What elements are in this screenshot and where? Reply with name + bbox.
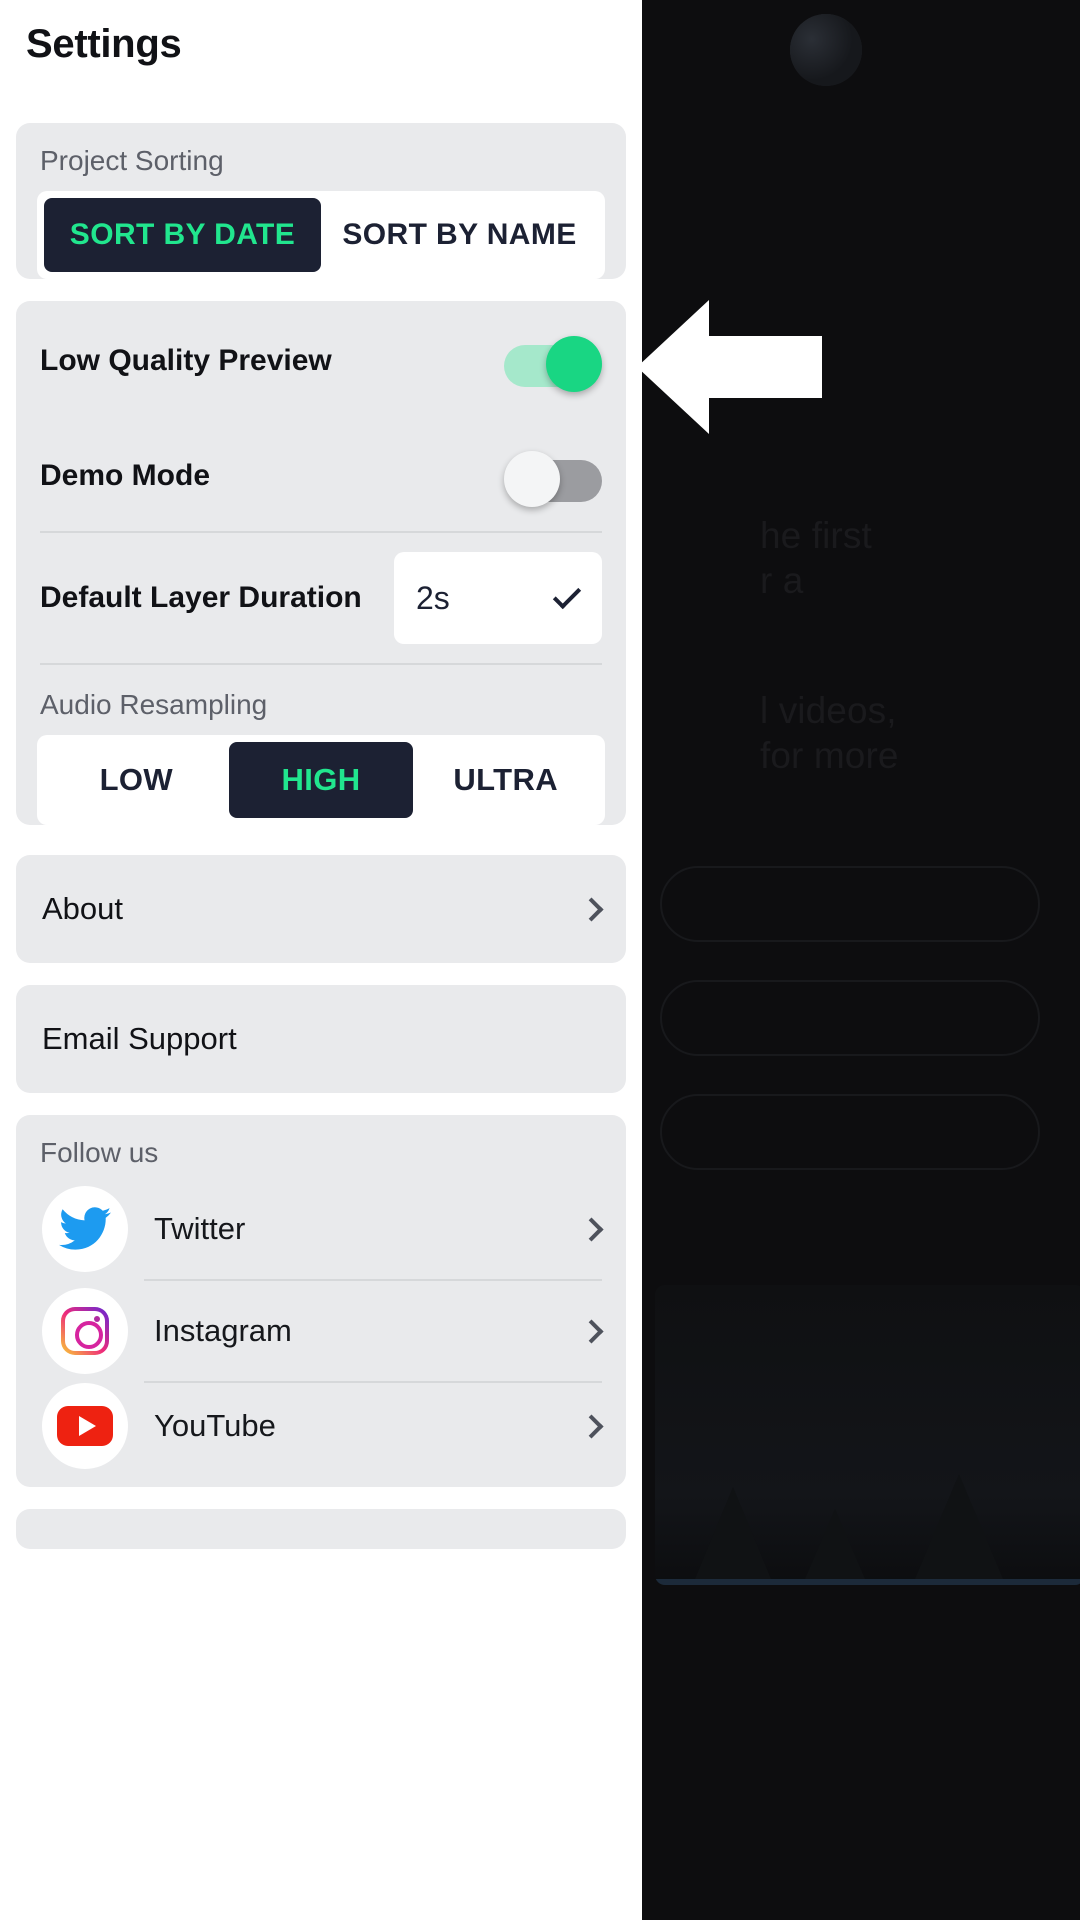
background-text-fragment: l videos, — [760, 690, 897, 731]
page-title: Settings — [26, 22, 182, 66]
instagram-icon — [42, 1288, 128, 1374]
demo-mode-label: Demo Mode — [40, 459, 211, 492]
preferences-card: Low Quality Preview Demo Mode Default La… — [16, 301, 626, 825]
social-row-youtube[interactable]: YouTube — [16, 1383, 626, 1487]
app-screen: he first r a l videos, for more Settings… — [0, 0, 1080, 1920]
follow-us-card: Follow us Twitter Instagram YouTube — [16, 1115, 626, 1487]
social-name: Instagram — [154, 1313, 292, 1348]
background-text-fragment: r a — [760, 560, 804, 601]
chevron-right-icon — [579, 896, 604, 922]
twitter-icon — [42, 1186, 128, 1272]
follow-us-label: Follow us — [40, 1137, 159, 1168]
toggle-thumb — [546, 336, 602, 392]
annotation-arrow-icon — [637, 300, 822, 434]
segment-sort-by-date[interactable]: SORT BY DATE — [44, 198, 321, 272]
low-quality-preview-label: Low Quality Preview — [40, 344, 332, 377]
project-sorting-card: Project Sorting SORT BY DATE SORT BY NAM… — [16, 123, 626, 279]
low-quality-preview-toggle[interactable] — [504, 336, 602, 392]
avatar[interactable] — [790, 14, 862, 86]
background-button[interactable] — [660, 980, 1040, 1056]
project-sorting-label: Project Sorting — [40, 145, 224, 176]
segment-sort-by-name[interactable]: SORT BY NAME — [321, 198, 598, 272]
project-sorting-segmented-control[interactable]: SORT BY DATE SORT BY NAME — [37, 191, 605, 279]
social-row-twitter[interactable]: Twitter — [16, 1179, 626, 1279]
audio-resampling-label: Audio Resampling — [40, 689, 268, 720]
background-button[interactable] — [660, 866, 1040, 942]
default-layer-duration-dropdown[interactable]: 2s — [394, 552, 602, 644]
demo-mode-toggle[interactable] — [504, 451, 602, 507]
chevron-right-icon — [579, 1318, 604, 1344]
low-quality-preview-row[interactable]: Low Quality Preview — [16, 301, 626, 421]
default-layer-duration-value: 2s — [416, 579, 450, 616]
email-support-label: Email Support — [42, 1021, 237, 1056]
background-thumbnail[interactable] — [655, 1285, 1080, 1585]
background-text-fragment: he first — [760, 515, 872, 556]
chevron-right-icon — [579, 1216, 604, 1242]
about-label: About — [42, 891, 124, 926]
background-text-fragment: for more — [760, 735, 899, 776]
background-button[interactable] — [660, 1094, 1040, 1170]
social-name: YouTube — [154, 1408, 276, 1443]
youtube-icon — [42, 1383, 128, 1469]
segment-high[interactable]: HIGH — [228, 742, 414, 818]
segment-low[interactable]: LOW — [44, 742, 229, 818]
segment-ultra[interactable]: ULTRA — [413, 742, 598, 818]
social-name: Twitter — [154, 1211, 246, 1246]
audio-resampling-segmented-control[interactable]: LOW HIGH ULTRA — [37, 735, 605, 825]
about-row[interactable]: About — [16, 855, 626, 963]
email-support-row[interactable]: Email Support — [16, 985, 626, 1093]
default-layer-duration-label: Default Layer Duration — [40, 581, 362, 614]
settings-drawer: Settings Project Sorting SORT BY DATE SO… — [0, 0, 642, 1920]
toggle-thumb — [504, 451, 560, 507]
social-row-instagram[interactable]: Instagram — [16, 1281, 626, 1381]
chevron-down-icon — [552, 580, 582, 610]
demo-mode-row[interactable]: Demo Mode — [16, 421, 626, 531]
default-layer-duration-row[interactable]: Default Layer Duration 2s — [16, 533, 626, 663]
next-card-stub — [16, 1509, 626, 1549]
chevron-right-icon — [579, 1413, 604, 1439]
